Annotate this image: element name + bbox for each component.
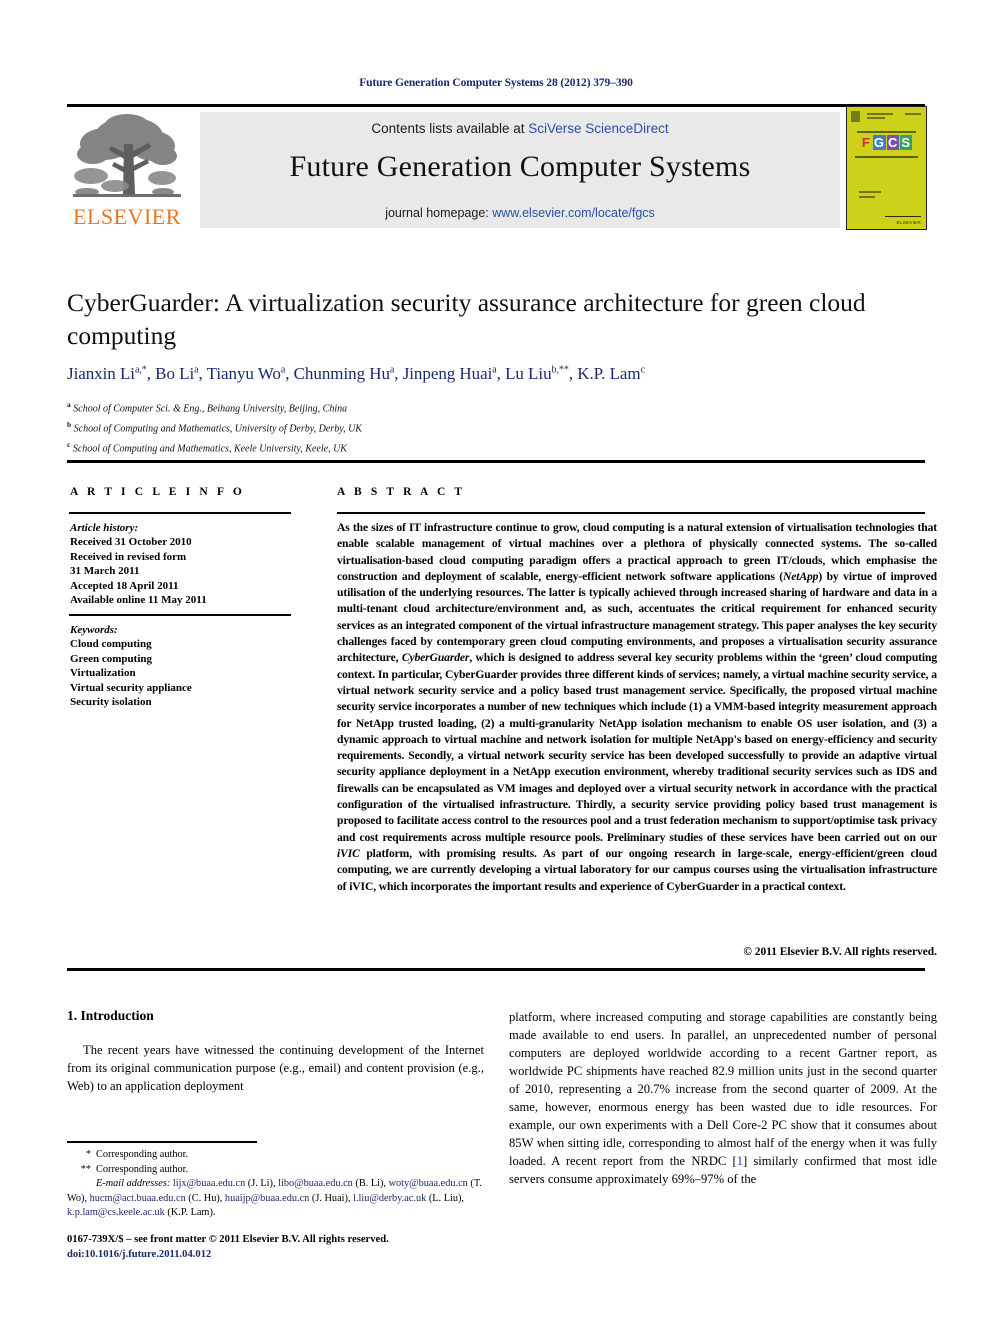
footnote-block: * Corresponding author. ** Corresponding a… bbox=[67, 1148, 487, 1221]
history-item: Accepted 18 April 2011 bbox=[70, 579, 179, 592]
abstract-copyright: © 2011 Elsevier B.V. All rights reserved… bbox=[743, 946, 937, 958]
intro-paragraph-right: platform, where increased computing and … bbox=[509, 1010, 937, 1186]
footnote-rule bbox=[67, 1141, 257, 1143]
affiliation-text: School of Computing and Mathematics, Uni… bbox=[73, 423, 362, 435]
keywords-label: Keywords: bbox=[70, 624, 118, 636]
cover-fgcs-letters: FGCS bbox=[861, 135, 913, 150]
intro-paragraph-left: The recent years have witnessed the cont… bbox=[67, 1043, 484, 1093]
affiliation-marker: a bbox=[67, 400, 71, 409]
keyword-item: Virtualization bbox=[70, 667, 136, 680]
cover-headline-text-2 bbox=[867, 117, 885, 119]
imprint-block: 0167-739X/$ – see front matter © 2011 El… bbox=[67, 1232, 497, 1262]
history-item: Received 31 October 2010 bbox=[70, 536, 192, 549]
keyword-item: Virtual security appliance bbox=[70, 681, 192, 694]
doi-link[interactable]: doi:10.1016/j.future.2011.04.012 bbox=[67, 1247, 497, 1262]
email-addresses-note[interactable]: E-mail addresses: lijx@buaa.edu.cn (J. L… bbox=[67, 1177, 487, 1221]
journal-homepage-line: journal homepage: www.elsevier.com/locat… bbox=[200, 206, 840, 220]
homepage-prefix: journal homepage: bbox=[385, 206, 493, 220]
abstract-text: As the sizes of IT infrastructure contin… bbox=[337, 521, 937, 893]
cover-publisher-mark bbox=[851, 111, 860, 122]
footnote-text: Corresponding author. bbox=[96, 1149, 189, 1160]
footnote-text: Corresponding author. bbox=[96, 1163, 189, 1175]
article-info-heading: A R T I C L E I N F O bbox=[70, 486, 245, 498]
cover-tagline-bar bbox=[855, 156, 918, 158]
abstract-heading: A B S T R A C T bbox=[337, 486, 466, 498]
abstract-bottom-rule bbox=[67, 968, 925, 971]
cover-footer-rule bbox=[885, 215, 921, 217]
contents-prefix: Contents lists available at bbox=[371, 121, 529, 136]
keyword-item: Green computing bbox=[70, 652, 152, 665]
article-history-block: Article history: Received 31 October 201… bbox=[70, 521, 300, 607]
history-item: Received in revised form bbox=[70, 550, 187, 563]
journal-title: Future Generation Computer Systems bbox=[289, 150, 751, 183]
article-info-rule bbox=[69, 512, 291, 514]
affiliation-item: b School of Computing and Mathematics, U… bbox=[67, 417, 767, 437]
sciencedirect-link[interactable]: SciVerse ScienceDirect bbox=[528, 121, 668, 136]
affiliation-text: School of Computer Sci. & Eng., Beihang … bbox=[73, 403, 348, 415]
corresponding-author-note-1: * Corresponding author. bbox=[67, 1148, 487, 1163]
cover-issue-text bbox=[905, 113, 921, 115]
page-title: CyberGuarder: A virtualization security … bbox=[67, 288, 866, 350]
keyword-item: Security isolation bbox=[70, 696, 152, 709]
affiliation-item: a School of Computer Sci. & Eng., Beihan… bbox=[67, 397, 767, 417]
affiliation-text: School of Computing and Mathematics, Kee… bbox=[72, 443, 347, 455]
cover-headline-text bbox=[867, 113, 893, 115]
affiliation-list: a School of Computer Sci. & Eng., Beihan… bbox=[67, 397, 767, 457]
body-column-left: 1. Introduction The recent years have wi… bbox=[67, 1008, 484, 1095]
keyword-item: Cloud computing bbox=[70, 638, 152, 651]
journal-cover-thumbnail: FGCS ELSEVIER bbox=[846, 106, 927, 230]
elsevier-wordmark: ELSEVIER bbox=[73, 204, 181, 229]
affiliation-item: c School of Computing and Mathematics, K… bbox=[67, 437, 767, 457]
body-column-right: platform, where increased computing and … bbox=[509, 1008, 937, 1188]
elsevier-tree-icon bbox=[73, 114, 181, 197]
journal-homepage-link[interactable]: www.elsevier.com/locate/fgcs bbox=[492, 206, 655, 220]
author-list: Jianxin Lia,*, Bo Lia, Tianyu Woa, Chunm… bbox=[67, 364, 645, 383]
cover-imprint-label: ELSEVIER bbox=[896, 220, 921, 225]
journal-article-page: Future Generation Computer Systems 28 (2… bbox=[0, 0, 992, 1323]
running-head: Future Generation Computer Systems 28 (2… bbox=[359, 77, 633, 89]
history-item: Available online 11 May 2011 bbox=[70, 594, 207, 607]
keywords-block: Keywords: Cloud computing Green computin… bbox=[70, 623, 300, 709]
abstract-section-top-rule bbox=[67, 460, 925, 463]
contents-line: Contents lists available at SciVerse Sci… bbox=[200, 121, 840, 136]
issn-copyright-line: 0167-739X/$ – see front matter © 2011 El… bbox=[67, 1234, 389, 1245]
cover-editor-line-2 bbox=[859, 196, 875, 198]
journal-banner: Contents lists available at SciVerse Sci… bbox=[200, 112, 840, 228]
abstract-rule bbox=[337, 512, 925, 514]
cover-subtitle-bar bbox=[857, 131, 916, 133]
section-heading-introduction: 1. Introduction bbox=[67, 1008, 154, 1023]
footnote-marker: * bbox=[85, 1149, 91, 1160]
affiliation-marker: b bbox=[67, 419, 72, 429]
affiliation-marker: c bbox=[67, 439, 71, 449]
history-item: 31 March 2011 bbox=[70, 565, 140, 578]
elsevier-logo: ELSEVIER bbox=[67, 110, 187, 230]
cover-editor-line-1 bbox=[859, 191, 881, 193]
corresponding-author-note-2: ** Corresponding author. bbox=[67, 1163, 487, 1178]
article-history-label: Article history: bbox=[70, 522, 139, 534]
footnote-marker: ** bbox=[80, 1163, 91, 1175]
article-info-separator-rule bbox=[69, 614, 291, 616]
masthead: ELSEVIER Contents lists available at Sci… bbox=[67, 106, 927, 230]
